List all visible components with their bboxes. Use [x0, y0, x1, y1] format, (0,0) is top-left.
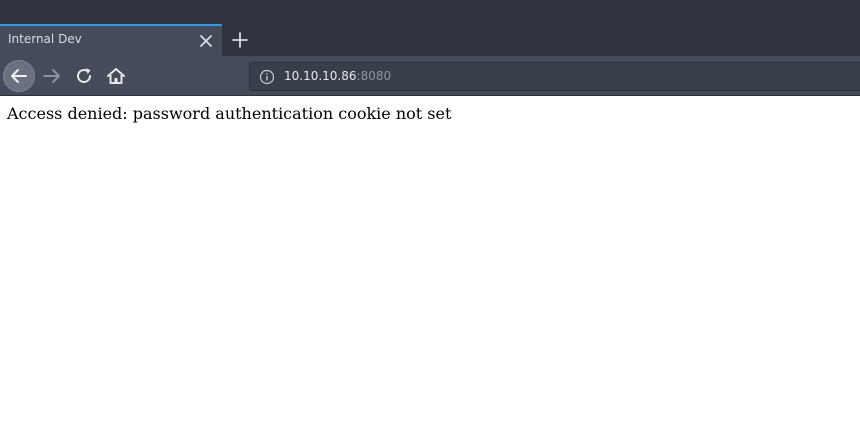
url-bar[interactable]: 10.10.10.86:8080 [249, 62, 860, 91]
reload-icon [77, 68, 91, 83]
url-text: 10.10.10.86:8080 [284, 69, 391, 83]
arrow-left-icon [11, 69, 27, 83]
url-host: 10.10.10.86 [284, 69, 357, 83]
navigation-toolbar: 10.10.10.86:8080 [0, 56, 860, 96]
tab-internal-dev[interactable]: Internal Dev [0, 24, 222, 56]
home-icon [107, 68, 125, 84]
url-port: :8080 [356, 69, 392, 83]
tab-strip: Internal Dev [0, 0, 860, 56]
page-message: Access denied: password authentication c… [7, 104, 452, 123]
new-tab-button[interactable] [228, 28, 252, 52]
back-button[interactable] [3, 60, 35, 92]
forward-button[interactable] [40, 64, 64, 88]
info-icon[interactable] [259, 69, 275, 85]
tab-title: Internal Dev [8, 32, 82, 46]
reload-button[interactable] [72, 64, 96, 88]
arrow-right-icon [43, 69, 60, 83]
close-tab-icon[interactable] [196, 31, 216, 51]
home-button[interactable] [104, 64, 128, 88]
